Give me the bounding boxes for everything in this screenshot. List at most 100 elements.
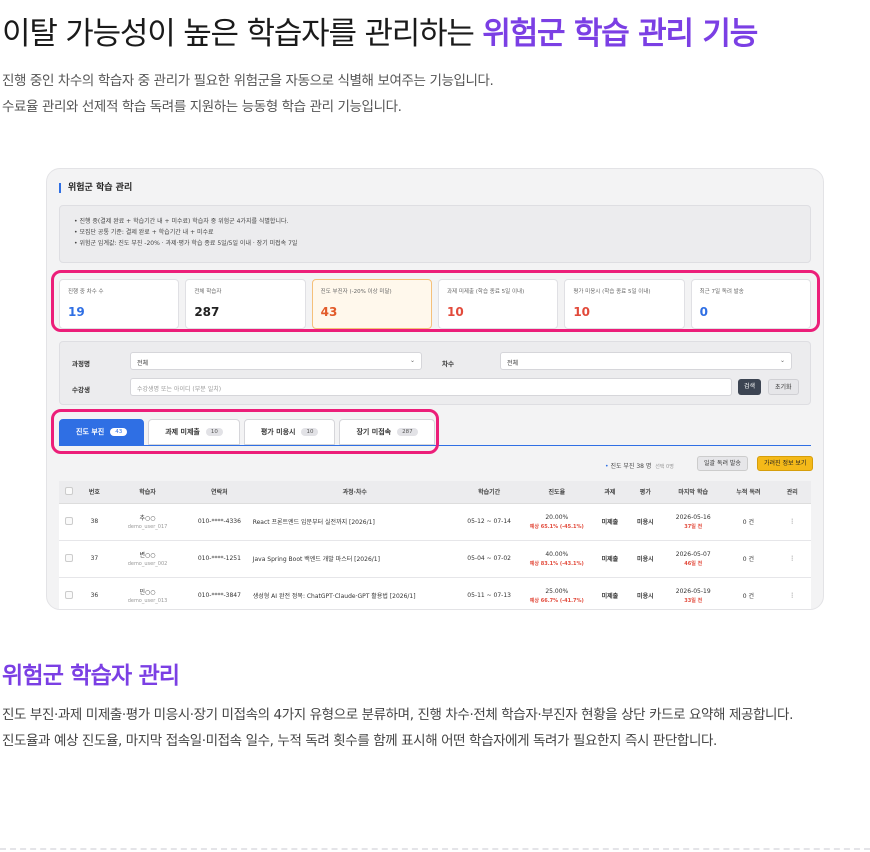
risk-table: 번호 학습자 연락처 과정·차수 학습기간 진도율 과제 평가 마지막 학습 누… [59, 481, 811, 609]
row-select-cell [59, 503, 80, 541]
search-button[interactable]: 검색 [738, 379, 762, 395]
card-value: 43 [320, 305, 338, 319]
cell-progress: 40.00% 예상 83.1% (-43.1%) [521, 540, 593, 578]
row-checkbox[interactable] [65, 590, 74, 599]
course-select[interactable]: 전체 ⌄ [130, 352, 422, 370]
last-study-date: 2026-05-19 [675, 587, 711, 595]
cell-no: 38 [79, 503, 109, 541]
progress-value: 40.00% [545, 550, 569, 558]
select-all-cell [59, 481, 80, 504]
cell-last-study: 2026-05-07 46일 전 [663, 540, 724, 578]
progress-value: 20.00% [545, 513, 569, 521]
col-header: 연락처 [186, 481, 253, 504]
risk-tabs: 진도 부진 43 과제 미제출 10 평가 미응시 10 장기 미접속 287 [59, 419, 435, 447]
section-description: 진도 부진·과제 미제출·평가 미응시·장기 미접속의 4가지 유형으로 분류하… [2, 702, 868, 754]
student-id: demo_user_002 [127, 561, 168, 567]
row-checkbox[interactable] [65, 553, 74, 562]
more-vertical-icon[interactable]: ⋮ [789, 555, 795, 562]
tab-missing-eval[interactable]: 평가 미응시 10 [243, 419, 336, 445]
tab-low-progress[interactable]: 진도 부진 43 [59, 419, 145, 445]
predicted-progress: 예상 83.1% (-43.1%) [529, 560, 584, 567]
cell-task: 미제출 [592, 503, 628, 541]
tab-count-badge: 10 [301, 428, 319, 436]
row-select-cell [59, 540, 80, 578]
card-label: 진도 부진자 (-20% 이상 미달) [320, 289, 392, 295]
tab-count-badge: 287 [397, 428, 418, 436]
notice-box: 진행 중(결제 완료 + 학습기간 내 + 미수료) 학습자 중 위험군 4가지… [59, 205, 811, 263]
card-total-students: 전체 학습자 287 [185, 279, 306, 329]
section-title: 위험군 학습자 관리 [2, 663, 180, 689]
more-vertical-icon[interactable]: ⋮ [789, 518, 795, 525]
tab-label: 장기 미접속 [356, 428, 392, 436]
card-label: 평가 미응시 (학습 종료 5일 이내) [573, 289, 651, 295]
student-name: 변○○ [139, 552, 156, 559]
tab-label: 과제 미제출 [165, 428, 200, 436]
cell-last-study: 2026-05-19 33일 전 [663, 577, 724, 609]
cell-task: 미제출 [592, 540, 628, 578]
tab-missing-task[interactable]: 과제 미제출 10 [148, 419, 240, 445]
col-header: 과정·차수 [252, 481, 457, 504]
cell-period: 05-04 ~ 07-02 [456, 540, 522, 578]
selected-count: 선택 0명 [655, 464, 674, 470]
cell-course: React 프론트엔드 입문부터 실전까지 [2026/1] [252, 503, 457, 541]
bullet-dot-icon: • [605, 463, 609, 470]
student-name: 민○○ [139, 589, 156, 596]
row-checkbox[interactable] [65, 516, 74, 525]
result-count: 진도 부진 38 명 [610, 463, 652, 470]
table-header-row: 번호 학습자 연락처 과정·차수 학습기간 진도율 과제 평가 마지막 학습 누… [59, 481, 811, 504]
col-header: 과제 [592, 481, 628, 504]
cell-nudges: 0 건 [723, 540, 774, 578]
row-menu: ⋮ [773, 540, 811, 578]
hero-title: 이탈 가능성이 높은 학습자를 관리하는 위험군 학습 관리 기능 [2, 8, 758, 53]
card-recent-nudges: 최근 7일 독려 발송 0 [690, 279, 811, 329]
tab-count-badge: 10 [205, 428, 223, 436]
more-vertical-icon[interactable]: ⋮ [789, 592, 795, 599]
show-masked-info-button[interactable]: 가려진 정보 보기 [757, 456, 814, 471]
summary-cards: 진행 중 차수 수 19 전체 학습자 287 진도 부진자 (-20% 이상 미달… [59, 279, 811, 329]
cell-phone: 010-****-4336 [186, 503, 253, 541]
row-menu: ⋮ [773, 503, 811, 541]
result-info: • 진도 부진 38 명 선택 0명 [605, 461, 674, 470]
card-value: 287 [194, 305, 220, 319]
cell-eval: 미응시 [627, 540, 664, 578]
tab-inactive[interactable]: 장기 미접속 287 [339, 419, 435, 445]
bulk-nudge-button[interactable]: 일괄 독려 발송 [697, 456, 748, 471]
round-label: 차수 [442, 360, 454, 368]
tab-label: 평가 미응시 [260, 428, 296, 436]
cell-last-study: 2026-05-16 37일 전 [663, 503, 724, 541]
table-row: 38 추○○ demo_user_017 010-****-4336 React … [59, 503, 811, 541]
card-value: 19 [68, 305, 85, 319]
col-header: 관리 [773, 481, 811, 504]
predicted-progress: 예상 66.7% (-41.7%) [529, 597, 584, 604]
col-header: 누적 독려 [723, 481, 774, 504]
card-label: 최근 7일 독려 발송 [699, 289, 744, 295]
hero-title-accent: 위험군 학습 관리 기능 [482, 16, 758, 52]
cell-phone: 010-****-3847 [186, 577, 253, 609]
row-select-cell [59, 577, 80, 609]
cell-nudges: 0 건 [723, 577, 774, 609]
round-select[interactable]: 전체 ⌄ [500, 352, 792, 370]
days-inactive: 33일 전 [684, 597, 703, 604]
col-header: 학습자 [108, 481, 187, 504]
cell-progress: 25.00% 예상 66.7% (-41.7%) [521, 577, 593, 609]
days-inactive: 37일 전 [684, 523, 703, 530]
student-search-input[interactable]: 수강생명 또는 아이디 (부분 일치) [130, 378, 732, 396]
cell-no: 37 [79, 540, 109, 578]
card-low-progress: 진도 부진자 (-20% 이상 미달) 43 [311, 279, 432, 329]
last-study-date: 2026-05-07 [675, 550, 711, 558]
card-value: 10 [446, 305, 464, 319]
student-label: 수강생 [72, 386, 90, 394]
cell-student: 민○○ demo_user_013 [108, 577, 187, 609]
cell-phone: 010-****-1251 [186, 540, 253, 578]
reset-button[interactable]: 초기화 [768, 379, 799, 395]
cell-period: 05-11 ~ 07-13 [456, 577, 522, 609]
chevron-down-icon: ⌄ [779, 357, 785, 364]
select-all-checkbox[interactable] [65, 486, 74, 495]
card-value: 0 [699, 305, 708, 319]
cell-course: 생성형 AI 완전 정복: ChatGPT·Claude·GPT 활용법 [20… [252, 577, 457, 609]
cell-task: 미제출 [592, 577, 628, 609]
card-missing-eval: 평가 미응시 (학습 종료 5일 이내) 10 [564, 279, 685, 329]
cell-eval: 미응시 [627, 577, 664, 609]
tab-underline [59, 445, 811, 446]
hero-title-plain: 이탈 가능성이 높은 학습자를 관리하는 [2, 16, 483, 52]
